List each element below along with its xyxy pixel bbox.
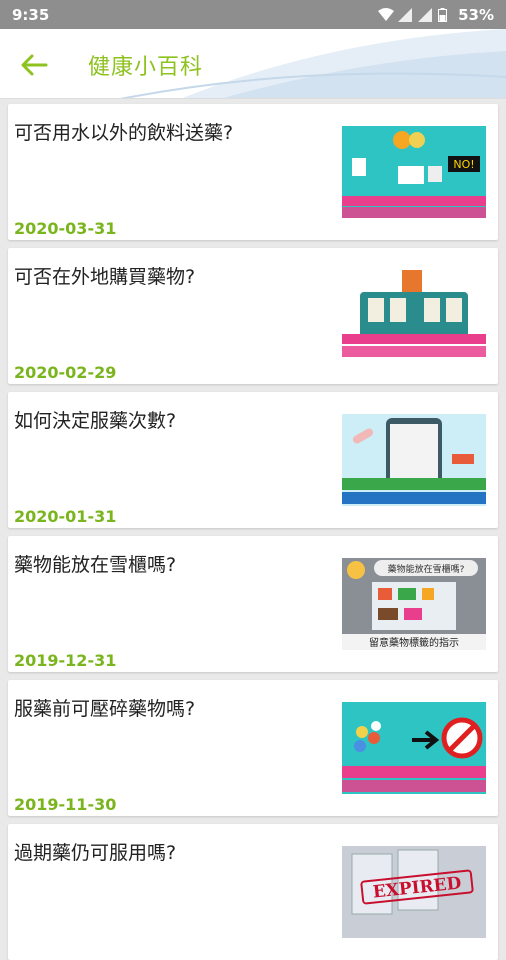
article-question: 可否在外地購買藥物? xyxy=(14,266,196,288)
article-date: 2020-01-31 xyxy=(14,507,117,526)
article-thumbnail: EXPIRED xyxy=(342,846,486,938)
article-question: 如何決定服藥次數? xyxy=(14,410,177,432)
article-date: 2020-03-31 xyxy=(14,219,117,238)
header-swoosh-decoration xyxy=(119,29,506,98)
list-item[interactable]: 藥物能放在雪櫃嗎? 2019-12-31 藥物能放在雪櫃嗎? 留意藥物標籤的指示 xyxy=(8,536,498,672)
wifi-icon xyxy=(378,7,395,22)
article-question: 藥物能放在雪櫃嗎? xyxy=(14,554,177,576)
status-bar: 9:35 53% xyxy=(0,0,506,29)
list-item[interactable]: 過期藥仍可服用嗎? EXPIRED xyxy=(8,824,498,960)
article-question: 可否用水以外的飲料送藥? xyxy=(14,122,234,144)
signal-icon-2 xyxy=(418,7,433,22)
signal-icon xyxy=(398,7,413,22)
list-item[interactable]: 如何決定服藥次數? 2020-01-31 xyxy=(8,392,498,528)
article-question: 過期藥仍可服用嗎? xyxy=(14,842,177,864)
article-thumbnail xyxy=(342,270,486,362)
article-thumbnail xyxy=(342,702,486,794)
list-item[interactable]: 可否用水以外的飲料送藥? 2020-03-31 NO! xyxy=(8,104,498,240)
page-title: 健康小百科 xyxy=(88,55,204,80)
app-bar: 健康小百科 xyxy=(0,29,506,99)
back-arrow-icon[interactable] xyxy=(18,49,50,81)
article-date: 2019-11-30 xyxy=(14,795,117,814)
battery-percent: 53% xyxy=(458,5,494,24)
article-thumbnail xyxy=(342,414,486,506)
status-time: 9:35 xyxy=(12,5,50,24)
battery-icon xyxy=(438,7,452,22)
article-thumbnail: 藥物能放在雪櫃嗎? 留意藥物標籤的指示 xyxy=(342,558,486,650)
article-date: 2019-12-31 xyxy=(14,651,117,670)
fridge-thumb-label: 藥物能放在雪櫃嗎? xyxy=(388,563,465,575)
no-badge-text: NO! xyxy=(453,158,474,171)
list-item[interactable]: 可否在外地購買藥物? 2020-02-29 xyxy=(8,248,498,384)
article-question: 服藥前可壓碎藥物嗎? xyxy=(14,698,196,720)
article-thumbnail: NO! xyxy=(342,126,486,218)
list-item[interactable]: 服藥前可壓碎藥物嗎? 2019-11-30 xyxy=(8,680,498,816)
article-date: 2020-02-29 xyxy=(14,363,117,382)
fridge-thumb-caption: 留意藥物標籤的指示 xyxy=(369,636,459,649)
